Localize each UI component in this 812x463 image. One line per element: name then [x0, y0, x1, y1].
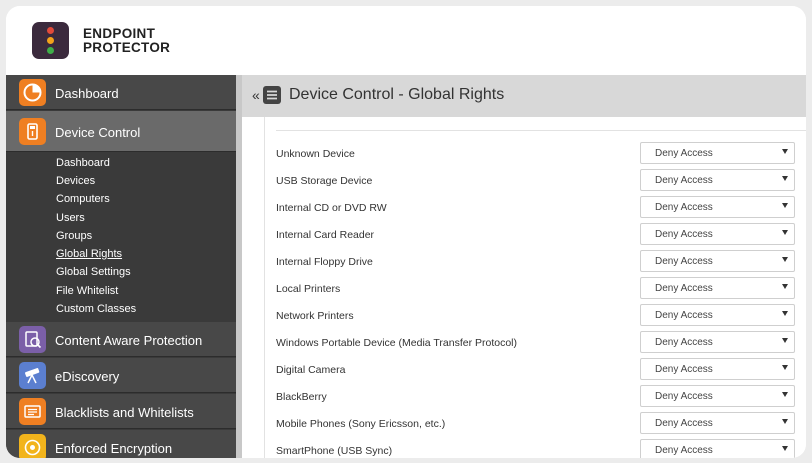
access-level-dropdown[interactable]: Deny Access	[640, 223, 795, 245]
sidebar-item-label: Device Control	[55, 125, 141, 140]
dropdown-arrow-icon	[782, 149, 788, 154]
sidebar-item-enforced-encryption[interactable]: Enforced Encryption	[6, 430, 236, 458]
dropdown-arrow-icon	[782, 230, 788, 235]
submenu-item-global-rights[interactable]: Global Rights	[56, 248, 122, 260]
brand-logo-text: ENDPOINT PROTECTOR	[83, 27, 170, 55]
dropdown-arrow-icon	[782, 203, 788, 208]
access-level-value: Deny Access	[655, 364, 713, 375]
dropdown-arrow-icon	[782, 257, 788, 262]
sidebar-item-label: Dashboard	[55, 86, 119, 101]
device-type-label: Windows Portable Device (Media Transfer …	[276, 337, 518, 349]
access-level-dropdown[interactable]: Deny Access	[640, 250, 795, 272]
content-aware-icon	[19, 326, 46, 353]
device-type-label: Local Printers	[276, 283, 341, 295]
encryption-icon	[19, 434, 46, 458]
device-type-label: Network Printers	[276, 310, 354, 322]
device-type-label: BlackBerry	[276, 391, 327, 403]
device-type-label: Internal Card Reader	[276, 229, 375, 241]
sidebar-item-ediscovery[interactable]: eDiscovery	[6, 358, 236, 393]
access-level-dropdown[interactable]: Deny Access	[640, 142, 795, 164]
access-level-value: Deny Access	[655, 229, 713, 240]
dashboard-icon	[19, 79, 46, 106]
panel-divider	[276, 130, 806, 131]
sidebar-item-label: Enforced Encryption	[55, 441, 173, 456]
access-level-value: Deny Access	[655, 337, 713, 348]
access-level-value: Deny Access	[655, 148, 713, 159]
dropdown-arrow-icon	[782, 365, 788, 370]
dropdown-arrow-icon	[782, 392, 788, 397]
sidebar-item-dashboard[interactable]: Dashboard	[6, 75, 236, 110]
submenu-item-groups[interactable]: Groups	[56, 230, 92, 242]
access-level-dropdown[interactable]: Deny Access	[640, 169, 795, 191]
device-type-label: Mobile Phones (Sony Ericsson, etc.)	[276, 418, 446, 430]
access-level-value: Deny Access	[655, 310, 713, 321]
access-level-dropdown[interactable]: Deny Access	[640, 439, 795, 458]
device-type-label: Unknown Device	[276, 148, 355, 160]
device-type-label: Digital Camera	[276, 364, 346, 376]
panel-border	[264, 117, 265, 458]
device-type-label: Internal CD or DVD RW	[276, 202, 387, 214]
submenu-item-custom-classes[interactable]: Custom Classes	[56, 303, 136, 315]
dropdown-arrow-icon	[782, 419, 788, 424]
top-bar: ENDPOINT PROTECTOR	[6, 6, 806, 75]
app-window: ENDPOINT PROTECTOR Dashboard Device Cont…	[6, 6, 806, 458]
access-level-value: Deny Access	[655, 391, 713, 402]
device-type-label: SmartPhone (USB Sync)	[276, 445, 393, 457]
page-title: Device Control - Global Rights	[289, 86, 505, 103]
telescope-icon	[19, 362, 46, 389]
access-level-value: Deny Access	[655, 283, 713, 294]
sidebar-item-content-aware-protection[interactable]: Content Aware Protection	[6, 322, 236, 357]
access-level-dropdown[interactable]: Deny Access	[640, 385, 795, 407]
device-type-label: USB Storage Device	[276, 175, 373, 187]
brand-line2: PROTECTOR	[83, 40, 171, 55]
submenu-item-global-settings[interactable]: Global Settings	[56, 266, 131, 278]
submenu-item-computers[interactable]: Computers	[56, 193, 110, 205]
dropdown-arrow-icon	[782, 446, 788, 451]
list-icon	[262, 85, 282, 105]
sidebar-item-label: Content Aware Protection	[55, 333, 203, 348]
dropdown-arrow-icon	[782, 176, 788, 181]
submenu-item-users[interactable]: Users	[56, 212, 85, 224]
access-level-value: Deny Access	[655, 445, 713, 456]
access-level-value: Deny Access	[655, 175, 713, 186]
traffic-light-logo-icon	[32, 22, 69, 59]
submenu-item-file-whitelist[interactable]: File Whitelist	[56, 285, 118, 297]
submenu-item-devices[interactable]: Devices	[56, 175, 95, 187]
sidebar-item-device-control[interactable]: Device Control	[6, 111, 236, 152]
access-level-dropdown[interactable]: Deny Access	[640, 331, 795, 353]
sidebar-item-label: Blacklists and Whitelists	[55, 405, 194, 420]
access-level-dropdown[interactable]: Deny Access	[640, 358, 795, 380]
page-header: « Device Control - Global Rights	[242, 75, 806, 117]
brand-line1: ENDPOINT	[83, 26, 156, 41]
access-level-value: Deny Access	[655, 202, 713, 213]
sidebar-item-label: eDiscovery	[55, 369, 120, 384]
access-level-value: Deny Access	[655, 256, 713, 267]
device-control-submenu: Dashboard Devices Computers Users Groups…	[6, 152, 236, 329]
dropdown-arrow-icon	[782, 338, 788, 343]
access-level-dropdown[interactable]: Deny Access	[640, 412, 795, 434]
collapse-sidebar-button[interactable]: «	[252, 87, 260, 103]
access-level-dropdown[interactable]: Deny Access	[640, 196, 795, 218]
sidebar-item-blacklists-whitelists[interactable]: Blacklists and Whitelists	[6, 394, 236, 429]
access-level-dropdown[interactable]: Deny Access	[640, 304, 795, 326]
dropdown-arrow-icon	[782, 284, 788, 289]
access-level-dropdown[interactable]: Deny Access	[640, 277, 795, 299]
dropdown-arrow-icon	[782, 311, 788, 316]
access-level-value: Deny Access	[655, 418, 713, 429]
device-type-label: Internal Floppy Drive	[276, 256, 373, 268]
lists-icon	[19, 398, 46, 425]
submenu-item-dashboard[interactable]: Dashboard	[56, 157, 110, 169]
usb-icon	[19, 118, 46, 145]
